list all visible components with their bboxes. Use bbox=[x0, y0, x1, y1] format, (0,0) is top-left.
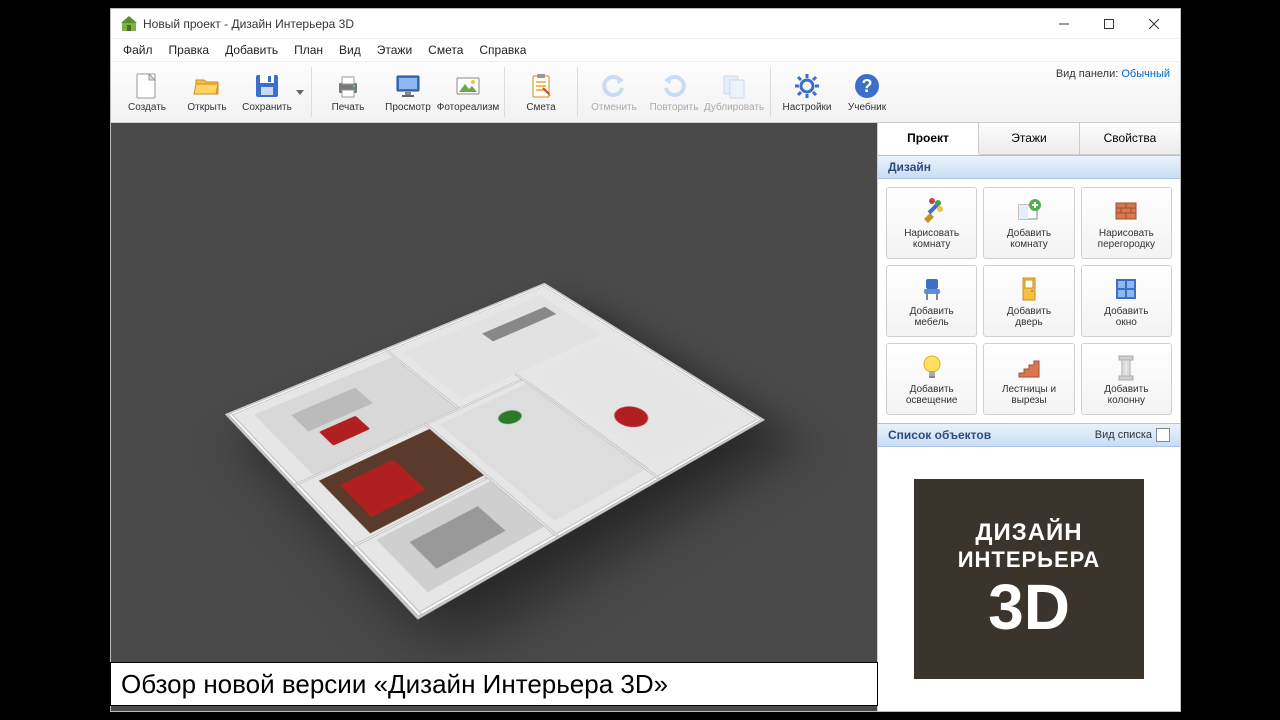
window-title: Новый проект - Дизайн Интерьера 3D bbox=[143, 17, 1041, 31]
stairs-icon bbox=[1015, 353, 1043, 381]
video-caption: Обзор новой версии «Дизайн Интерьера 3D» bbox=[110, 662, 878, 706]
list-mode-icon bbox=[1156, 428, 1170, 442]
app-icon bbox=[121, 16, 137, 32]
titlebar: Новый проект - Дизайн Интерьера 3D bbox=[111, 9, 1180, 39]
brush-icon bbox=[918, 197, 946, 225]
add-column-button[interactable]: Добавитьколонну bbox=[1081, 343, 1172, 415]
bulb-icon bbox=[918, 353, 946, 381]
save-dropdown[interactable] bbox=[295, 88, 305, 96]
folder-icon bbox=[193, 72, 221, 100]
add-door-button[interactable]: Добавитьдверь bbox=[983, 265, 1074, 337]
objects-section-header: Список объектов Вид списка bbox=[878, 423, 1180, 447]
save-icon bbox=[253, 72, 281, 100]
help-icon bbox=[853, 72, 881, 100]
content-area: ПроектЭтажиСвойства Дизайн Нарисоватьком… bbox=[111, 123, 1180, 711]
maximize-button[interactable] bbox=[1086, 10, 1131, 38]
undo-button: Отменить bbox=[585, 64, 643, 120]
tab-проект[interactable]: Проект bbox=[878, 123, 979, 155]
duplicate-button: Дублировать bbox=[705, 64, 763, 120]
bricks-icon bbox=[1112, 197, 1140, 225]
toolbar-separator bbox=[311, 67, 312, 117]
list-view-mode[interactable]: Вид списка bbox=[1095, 428, 1170, 442]
menu-item-справка[interactable]: Справка bbox=[471, 41, 534, 59]
column-icon bbox=[1112, 353, 1140, 381]
settings-button[interactable]: Настройки bbox=[778, 64, 836, 120]
menu-item-план[interactable]: План bbox=[286, 41, 331, 59]
side-tabs: ПроектЭтажиСвойства bbox=[878, 123, 1180, 155]
undo-icon bbox=[600, 72, 628, 100]
add-window-button[interactable]: Добавитьокно bbox=[1081, 265, 1172, 337]
tab-этажи[interactable]: Этажи bbox=[979, 123, 1080, 154]
door-icon bbox=[1015, 275, 1043, 303]
add-room-icon bbox=[1015, 197, 1043, 225]
print-button[interactable]: Печать bbox=[319, 64, 377, 120]
side-panel: ПроектЭтажиСвойства Дизайн Нарисоватьком… bbox=[877, 123, 1180, 711]
draw-room-button[interactable]: Нарисоватькомнату bbox=[886, 187, 977, 259]
draw-partition-button[interactable]: Нарисоватьперегородку bbox=[1081, 187, 1172, 259]
file-icon bbox=[133, 72, 161, 100]
printer-icon bbox=[334, 72, 362, 100]
redo-icon bbox=[660, 72, 688, 100]
floorplan-render bbox=[130, 147, 858, 688]
stairs-cut-button[interactable]: Лестницы ивырезы bbox=[983, 343, 1074, 415]
clipboard-icon bbox=[527, 72, 555, 100]
add-light-button[interactable]: Добавитьосвещение bbox=[886, 343, 977, 415]
design-tools-grid: НарисоватькомнатуДобавитькомнатуНарисова… bbox=[878, 179, 1180, 423]
menu-item-правка[interactable]: Правка bbox=[161, 41, 218, 59]
menu-item-вид[interactable]: Вид bbox=[331, 41, 369, 59]
monitor-icon bbox=[394, 72, 422, 100]
estimate-button[interactable]: Смета bbox=[512, 64, 570, 120]
preview-button[interactable]: Просмотр bbox=[379, 64, 437, 120]
toolbar-separator bbox=[770, 67, 771, 117]
app-logo-banner: ДИЗАЙН ИНТЕРЬЕРА 3D bbox=[914, 479, 1144, 679]
photo-icon bbox=[454, 72, 482, 100]
redo-button: Повторить bbox=[645, 64, 703, 120]
add-room-button[interactable]: Добавитькомнату bbox=[983, 187, 1074, 259]
toolbar: СоздатьОткрытьСохранить ПечатьПросмотрФот… bbox=[111, 61, 1180, 123]
duplicate-icon bbox=[720, 72, 748, 100]
panel-mode-link[interactable]: Обычный bbox=[1121, 68, 1170, 80]
add-furniture-button[interactable]: Добавитьмебель bbox=[886, 265, 977, 337]
close-button[interactable] bbox=[1131, 10, 1176, 38]
menu-item-этажи[interactable]: Этажи bbox=[369, 41, 420, 59]
menu-item-файл[interactable]: Файл bbox=[115, 41, 161, 59]
toolbar-separator bbox=[577, 67, 578, 117]
panel-mode: Вид панели: Обычный bbox=[1056, 68, 1170, 80]
menu-item-смета[interactable]: Смета bbox=[420, 41, 471, 59]
design-section-header: Дизайн bbox=[878, 155, 1180, 179]
menu-item-добавить[interactable]: Добавить bbox=[217, 41, 286, 59]
object-list: ДИЗАЙН ИНТЕРЬЕРА 3D bbox=[878, 447, 1180, 711]
minimize-button[interactable] bbox=[1041, 10, 1086, 38]
toolbar-separator bbox=[504, 67, 505, 117]
create-button[interactable]: Создать bbox=[118, 64, 176, 120]
menubar: ФайлПравкаДобавитьПланВидЭтажиСметаСправ… bbox=[111, 39, 1180, 61]
viewport-3d[interactable] bbox=[111, 123, 877, 711]
tab-свойства[interactable]: Свойства bbox=[1080, 123, 1180, 154]
save-button[interactable]: Сохранить bbox=[238, 64, 296, 120]
window-icon bbox=[1112, 275, 1140, 303]
photoreal-button[interactable]: Фотореализм bbox=[439, 64, 497, 120]
gear-icon bbox=[793, 72, 821, 100]
open-button[interactable]: Открыть bbox=[178, 64, 236, 120]
chair-icon bbox=[918, 275, 946, 303]
app-window: Новый проект - Дизайн Интерьера 3D ФайлП… bbox=[110, 8, 1181, 712]
help-button[interactable]: Учебник bbox=[838, 64, 896, 120]
